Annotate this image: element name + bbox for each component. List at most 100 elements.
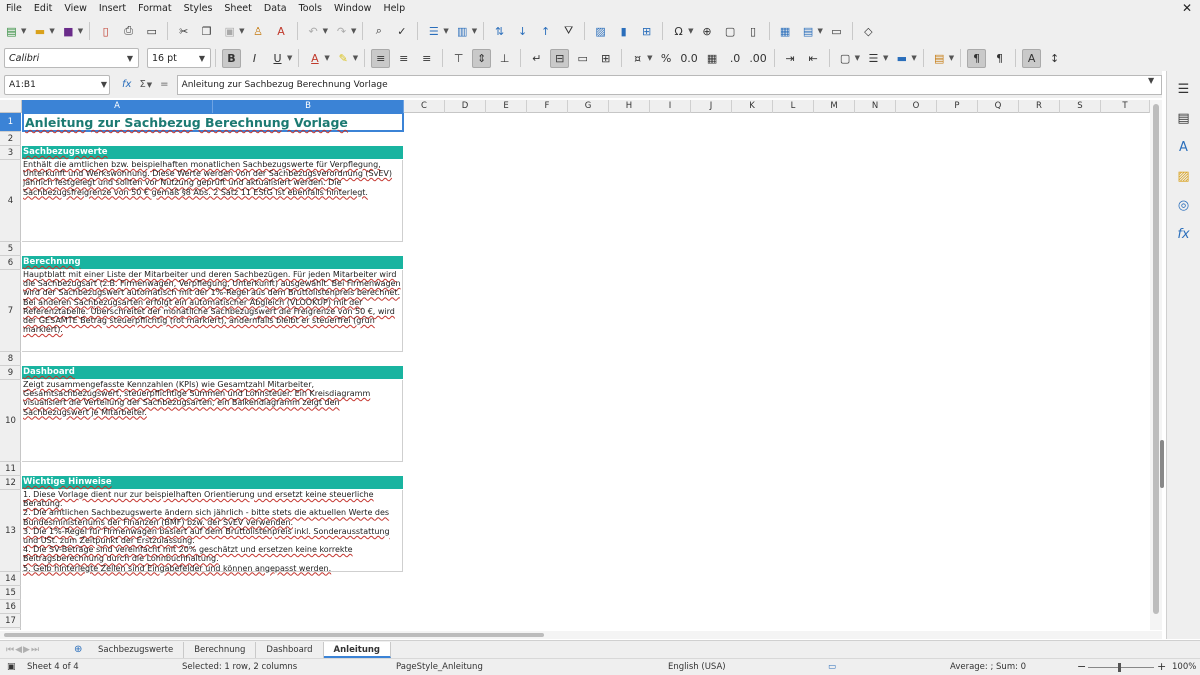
highlight-color-icon[interactable]: ✎ (334, 49, 353, 68)
clone-formatting-icon[interactable]: ♙ (249, 22, 268, 41)
section-header-sachbezugswerte[interactable]: Sachbezugswerte (22, 146, 403, 159)
paste-icon[interactable]: ▣ (220, 22, 239, 41)
row-header-14[interactable]: 14 (0, 572, 21, 586)
tab-sachbezugswerte[interactable]: Sachbezugswerte (88, 641, 185, 658)
underline-dropdown-icon[interactable]: ▼ (287, 54, 292, 62)
comment-icon[interactable]: ▢ (721, 22, 740, 41)
insert-image-icon[interactable]: ▨ (591, 22, 610, 41)
section-body-wichtige-hinweise[interactable]: 1. Diese Vorlage dient nur zur beispielh… (22, 490, 403, 573)
borders-icon[interactable]: ▢ (836, 49, 855, 68)
conditional-format-icon[interactable]: ▤ (930, 49, 949, 68)
row-header-17[interactable]: 17 (0, 614, 21, 628)
hyperlink-icon[interactable]: ⊕ (698, 22, 717, 41)
row-header-11[interactable]: 11 (0, 462, 21, 476)
section-body-dashboard[interactable]: Zeigt zusammengefasste Kennzahlen (KPIs)… (22, 380, 403, 462)
horizontal-scroll-thumb[interactable] (4, 633, 544, 637)
find-replace-icon[interactable]: ⌕ (369, 22, 388, 41)
styles-icon[interactable]: A (1174, 137, 1194, 157)
menu-format[interactable]: Format (132, 3, 177, 14)
column-header-e[interactable]: E (486, 100, 527, 113)
language-status[interactable]: English (USA) (668, 662, 726, 672)
cut-icon[interactable]: ✂ (174, 22, 193, 41)
section-header-dashboard[interactable]: Dashboard (22, 366, 403, 379)
row-header-8[interactable]: 8 (0, 352, 21, 366)
column-header-a[interactable]: A (22, 100, 213, 113)
border-style-icon[interactable]: ☰ (864, 49, 883, 68)
freeze-dropdown-icon[interactable]: ▼ (818, 27, 823, 35)
zoom-slider[interactable] (1088, 667, 1154, 668)
align-middle-icon[interactable]: ⇕ (472, 48, 492, 68)
zoom-slider-knob[interactable] (1118, 663, 1121, 672)
number-format-icon[interactable]: 0.0 (680, 49, 699, 68)
zoom-level[interactable]: 100% (1172, 662, 1196, 672)
column-header-n[interactable]: N (855, 100, 896, 113)
prev-sheet-icon[interactable]: ◀ (15, 645, 23, 655)
copy-icon[interactable]: ❐ (197, 22, 216, 41)
new-document-icon[interactable]: ▤ (2, 22, 21, 41)
text-vertical-icon[interactable]: ↕ (1045, 49, 1064, 68)
undo-icon[interactable]: ↶ (304, 22, 323, 41)
chevron-down-icon[interactable]: ▼ (101, 80, 107, 89)
menu-help[interactable]: Help (377, 3, 411, 14)
menu-file[interactable]: File (0, 3, 28, 14)
print-icon[interactable]: ⎙ (119, 22, 138, 41)
row-header-3[interactable]: 3 (0, 146, 21, 160)
special-character-icon[interactable]: Ω (669, 22, 688, 41)
vertical-scrollbar[interactable] (1150, 100, 1164, 630)
gallery-icon[interactable]: ▨ (1174, 166, 1194, 186)
insert-chart-icon[interactable]: ▮ (614, 22, 633, 41)
properties-icon[interactable]: ▤ (1174, 108, 1194, 128)
formula-input[interactable]: Anleitung zur Sachbezug Berechnung Vorla… (176, 74, 1162, 95)
last-sheet-icon[interactable]: ⏭ (31, 645, 40, 655)
align-center-icon[interactable]: ≡ (394, 49, 413, 68)
next-sheet-icon[interactable]: ▶ (23, 645, 31, 655)
zoom-out-button[interactable]: − (1077, 660, 1086, 673)
select-all-corner[interactable] (0, 100, 22, 113)
sum-dropdown-icon[interactable]: ▼ (147, 81, 152, 89)
column-header-i[interactable]: I (650, 100, 691, 113)
close-document-icon[interactable]: ✕ (1182, 1, 1192, 15)
show-draw-functions-icon[interactable]: ◇ (859, 22, 878, 41)
first-sheet-icon[interactable]: ⏮ (6, 645, 15, 655)
row-header-4[interactable]: 4 (0, 160, 21, 242)
tab-dashboard[interactable]: Dashboard (256, 641, 324, 658)
section-header-berechnung[interactable]: Berechnung (22, 256, 403, 269)
name-box[interactable]: A1:B1 ▼ (4, 74, 110, 95)
percent-format-icon[interactable]: % (657, 49, 676, 68)
row-header-6[interactable]: 6 (0, 256, 21, 270)
align-left-icon[interactable]: ≡ (371, 48, 391, 68)
section-header-wichtige-hinweise[interactable]: Wichtige Hinweise (22, 476, 403, 489)
spelling-icon[interactable]: ✓ (392, 22, 411, 41)
align-top-icon[interactable]: ⊤ (449, 49, 468, 68)
zoom-in-button[interactable]: + (1157, 660, 1166, 673)
clear-formatting-icon[interactable]: A (272, 22, 291, 41)
menu-edit[interactable]: Edit (28, 3, 58, 14)
paste-dropdown-icon[interactable]: ▼ (239, 27, 244, 35)
export-pdf-icon[interactable]: ▯ (96, 22, 115, 41)
column-header-o[interactable]: O (896, 100, 937, 113)
column-header-g[interactable]: G (568, 100, 609, 113)
row-header-5[interactable]: 5 (0, 242, 21, 256)
align-right-icon[interactable]: ≡ (417, 49, 436, 68)
border-color-dropdown-icon[interactable]: ▼ (911, 54, 916, 62)
merge-center-icon[interactable]: ⊟ (550, 48, 570, 68)
sort-ascending-icon[interactable]: ↓ (513, 22, 532, 41)
tab-anleitung[interactable]: Anleitung (323, 641, 392, 658)
redo-dropdown-icon[interactable]: ▼ (351, 27, 356, 35)
spreadsheet-grid[interactable]: A B C D E F G H I J K L M N O P Q R S T … (0, 100, 1150, 630)
function-wizard-icon[interactable]: fx (122, 79, 131, 90)
print-preview-icon[interactable]: ▭ (142, 22, 161, 41)
delete-decimal-icon[interactable]: .00 (749, 49, 768, 68)
sum-icon[interactable]: Σ (139, 79, 145, 90)
border-color-icon[interactable]: ▬ (892, 49, 911, 68)
row-header-15[interactable]: 15 (0, 586, 21, 600)
formula-equals-icon[interactable]: = (160, 79, 168, 90)
font-name-combo[interactable]: Calibri ▼ (4, 48, 139, 68)
column-header-t[interactable]: T (1101, 100, 1150, 113)
define-print-area-icon[interactable]: ▦ (776, 22, 795, 41)
menu-sheet[interactable]: Sheet (218, 3, 257, 14)
column-header-r[interactable]: R (1019, 100, 1060, 113)
freeze-rows-columns-icon[interactable]: ▤ (799, 22, 818, 41)
undo-dropdown-icon[interactable]: ▼ (323, 27, 328, 35)
split-handle[interactable] (1160, 440, 1164, 488)
